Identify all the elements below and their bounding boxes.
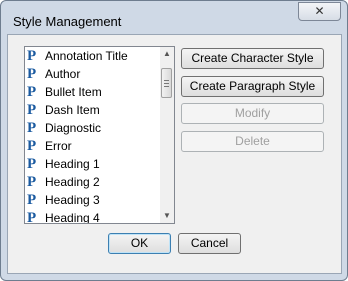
style-name: Diagnostic [45,121,102,135]
paragraph-style-icon: P [27,156,37,172]
cancel-button[interactable]: Cancel [178,233,241,254]
close-button[interactable]: ✕ [298,2,341,21]
style-name: Error [45,139,72,153]
list-item[interactable]: P Heading 1 [25,155,161,173]
paragraph-style-icon: P [27,120,37,136]
paragraph-style-icon: P [27,84,37,100]
close-icon: ✕ [314,4,325,18]
list-item[interactable]: P Annotation Title [25,47,161,65]
dialog-body: P Annotation Title P Author P Bullet Ite… [7,34,342,274]
paragraph-style-icon: P [27,48,37,64]
list-scrollbar[interactable]: ▲ ▼ [160,47,174,223]
ok-button[interactable]: OK [108,233,171,254]
style-name: Heading 4 [45,211,100,224]
scroll-thumb[interactable] [161,68,172,98]
dialog-title: Style Management [13,14,122,29]
list-item[interactable]: P Error [25,137,161,155]
styles-listbox[interactable]: P Annotation Title P Author P Bullet Ite… [24,46,175,224]
create-paragraph-style-button[interactable]: Create Paragraph Style [181,76,324,97]
list-item[interactable]: P Diagnostic [25,119,161,137]
list-item[interactable]: P Dash Item [25,101,161,119]
list-item[interactable]: P Heading 2 [25,173,161,191]
style-management-dialog: Style Management ✕ P Annotation Title P … [0,0,348,281]
style-name: Author [45,67,81,81]
create-character-style-button[interactable]: Create Character Style [181,48,324,69]
list-item[interactable]: P Bullet Item [25,83,161,101]
style-name: Heading 1 [45,157,100,171]
delete-button[interactable]: Delete [181,131,324,152]
style-name: Bullet Item [45,85,102,99]
style-name: Annotation Title [45,49,128,63]
style-name: Heading 2 [45,175,100,189]
list-item[interactable]: P Heading 3 [25,191,161,209]
paragraph-style-icon: P [27,210,37,224]
grip-line [164,83,169,84]
scroll-down-arrow-icon[interactable]: ▼ [160,209,174,223]
list-item[interactable]: P Author [25,65,161,83]
list-item[interactable]: P Heading 4 [25,209,161,224]
paragraph-style-icon: P [27,138,37,154]
paragraph-style-icon: P [27,174,37,190]
modify-button[interactable]: Modify [181,103,324,124]
paragraph-style-icon: P [27,102,37,118]
paragraph-style-icon: P [27,192,37,208]
style-name: Heading 3 [45,193,100,207]
grip-line [164,80,169,81]
paragraph-style-icon: P [27,66,37,82]
styles-list: P Annotation Title P Author P Bullet Ite… [25,47,161,224]
title-bar: Style Management ✕ [1,1,347,31]
grip-line [164,86,169,87]
style-name: Dash Item [45,103,100,117]
scroll-up-arrow-icon[interactable]: ▲ [160,47,174,61]
